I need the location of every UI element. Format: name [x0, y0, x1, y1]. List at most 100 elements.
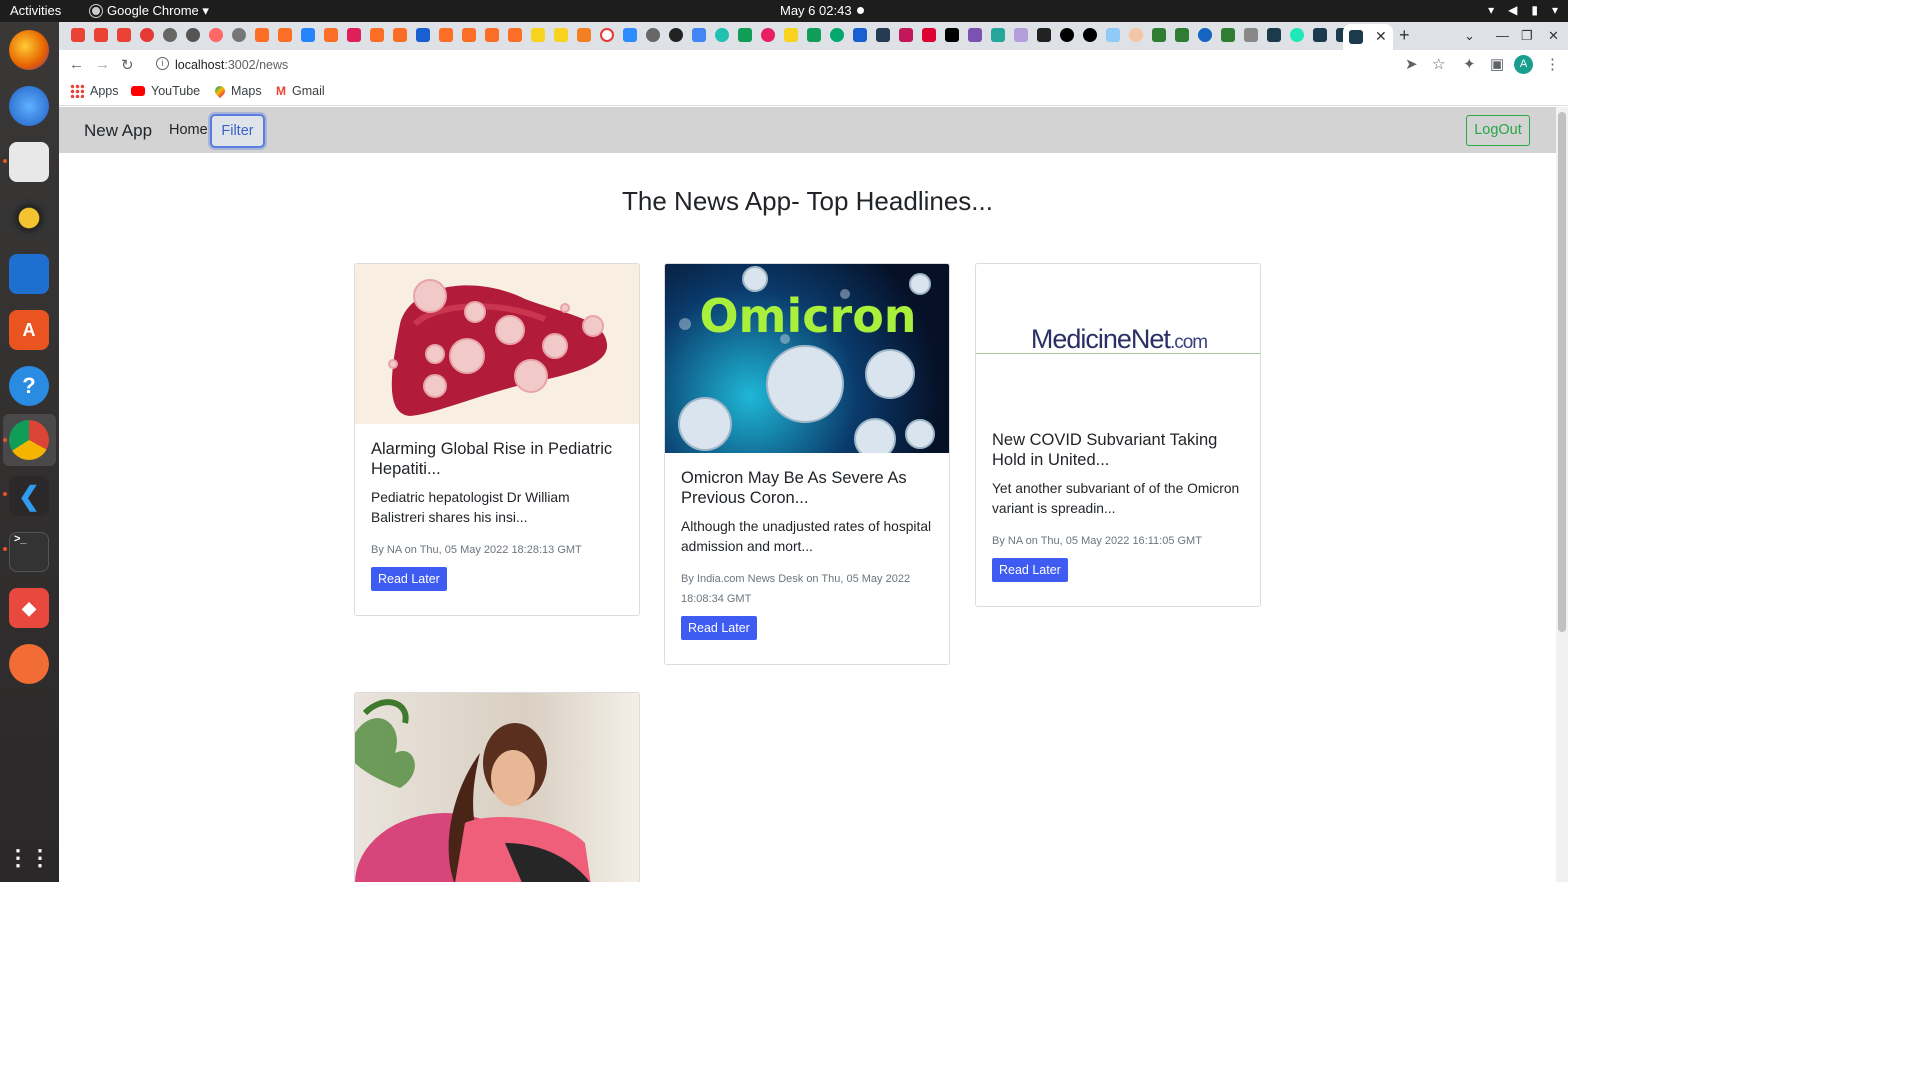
close-window-icon[interactable]: ✕	[1548, 28, 1559, 44]
chrome-dock-icon[interactable]	[9, 420, 49, 460]
scrollbar-thumb[interactable]	[1558, 112, 1566, 632]
tab-icon[interactable]	[232, 28, 246, 42]
tab-icon[interactable]	[416, 28, 430, 42]
tab-icon[interactable]	[853, 28, 867, 42]
nav-home-link[interactable]: Home	[169, 122, 208, 138]
new-tab-button[interactable]: +	[1399, 25, 1410, 46]
terminal-icon[interactable]: >_	[9, 532, 49, 572]
tab-icon[interactable]	[140, 28, 154, 42]
files-icon[interactable]	[9, 142, 49, 182]
angular-tab-icon[interactable]	[922, 28, 936, 42]
anydesk-icon[interactable]: ◆	[9, 588, 49, 628]
rhythmbox-icon[interactable]	[9, 198, 49, 238]
slack-tab-icon[interactable]	[347, 28, 361, 42]
gitlab-tab-icon[interactable]	[278, 28, 292, 42]
bookmark-gmail[interactable]: M Gmail	[276, 84, 325, 98]
profile-avatar[interactable]: A	[1514, 55, 1533, 74]
tab-icon[interactable]	[186, 28, 200, 42]
article-title[interactable]: Omicron May Be As Severe As Previous Cor…	[681, 468, 933, 508]
tab-icon[interactable]	[1106, 28, 1120, 42]
activities-button[interactable]: Activities	[10, 3, 61, 18]
side-panel-icon[interactable]: ▣	[1490, 55, 1504, 73]
nav-filter-button[interactable]: Filter	[210, 114, 265, 148]
tab-icon[interactable]	[1175, 28, 1189, 42]
tab-icon[interactable]	[692, 28, 706, 42]
logout-button[interactable]: LogOut	[1466, 115, 1530, 146]
system-tray[interactable]: ▾ ◀ ▮ ▾	[1488, 3, 1558, 17]
tab-icon[interactable]	[1129, 28, 1143, 42]
bookmark-apps[interactable]: Apps	[70, 84, 119, 98]
tab-icon[interactable]	[945, 28, 959, 42]
gitlab-tab-icon[interactable]	[508, 28, 522, 42]
software-center-icon[interactable]: A	[9, 310, 49, 350]
read-later-button[interactable]: Read Later	[371, 567, 447, 591]
tab-active[interactable]: ✕	[1343, 24, 1393, 50]
postman-icon[interactable]	[9, 644, 49, 684]
chrome-menu-icon[interactable]: ⋮	[1545, 55, 1560, 73]
tab-icon[interactable]	[1083, 28, 1097, 42]
bookmark-youtube[interactable]: YouTube	[131, 84, 200, 98]
tab-icon[interactable]	[1221, 28, 1235, 42]
restore-icon[interactable]: ❐	[1521, 28, 1533, 44]
tab-icon[interactable]	[830, 28, 844, 42]
brand-link[interactable]: New App	[84, 121, 152, 141]
help-icon[interactable]: ?	[9, 366, 49, 406]
tab-icon[interactable]	[761, 28, 775, 42]
tab-icon[interactable]	[1244, 28, 1258, 42]
gmail-tab-icon[interactable]	[94, 28, 108, 42]
gitlab-tab-icon[interactable]	[370, 28, 384, 42]
send-icon[interactable]: ➤	[1405, 55, 1418, 73]
zoom-tab-icon[interactable]	[623, 28, 637, 42]
gitlab-tab-icon[interactable]	[439, 28, 453, 42]
tab-icon[interactable]	[876, 28, 890, 42]
jira-tab-icon[interactable]	[301, 28, 315, 42]
read-later-button[interactable]: Read Later	[992, 558, 1068, 582]
tab-icon[interactable]	[600, 28, 614, 42]
tab-icon[interactable]	[1037, 28, 1051, 42]
tab-icon[interactable]	[1152, 28, 1166, 42]
tab-icon[interactable]	[1313, 28, 1327, 42]
writer-icon[interactable]	[9, 254, 49, 294]
drive-tab-icon[interactable]	[738, 28, 752, 42]
gitlab-tab-icon[interactable]	[393, 28, 407, 42]
app-menu[interactable]: Google Chrome ▾	[90, 3, 209, 19]
gitlab-tab-icon[interactable]	[485, 28, 499, 42]
firefox-icon[interactable]	[9, 30, 49, 70]
article-title[interactable]: New COVID Subvariant Taking Hold in Unit…	[992, 430, 1244, 470]
thunderbird-icon[interactable]	[9, 86, 49, 126]
gitlab-tab-icon[interactable]	[462, 28, 476, 42]
bookmark-maps[interactable]: Maps	[212, 83, 262, 99]
tab-icon[interactable]	[991, 28, 1005, 42]
page-scrollbar[interactable]	[1556, 107, 1568, 882]
bookmark-star-icon[interactable]: ☆	[1432, 55, 1445, 73]
extensions-icon[interactable]: ✦	[1463, 55, 1476, 73]
tab-search-icon[interactable]: ⌄	[1464, 28, 1475, 44]
read-later-button[interactable]: Read Later	[681, 616, 757, 640]
address-bar[interactable]: i localhost:3002/news	[148, 53, 1458, 77]
site-info-icon[interactable]: i	[156, 57, 169, 70]
tab-icon[interactable]	[784, 28, 798, 42]
gitlab-tab-icon[interactable]	[255, 28, 269, 42]
drive-tab-icon[interactable]	[807, 28, 821, 42]
tab-icon[interactable]	[1290, 28, 1304, 42]
minimize-icon[interactable]: —	[1496, 28, 1509, 43]
tab-icon[interactable]	[163, 28, 177, 42]
tab-icon[interactable]	[1267, 28, 1281, 42]
tab-icon[interactable]	[1198, 28, 1212, 42]
gmail-tab-icon[interactable]	[71, 28, 85, 42]
back-icon[interactable]: ←	[69, 56, 84, 73]
tab-icon[interactable]	[1060, 28, 1074, 42]
clock[interactable]: May 6 02:43	[780, 3, 852, 18]
show-apps-icon[interactable]: ⋮⋮	[7, 838, 51, 878]
tab-icon[interactable]	[669, 28, 683, 42]
tab-icon[interactable]	[715, 28, 729, 42]
tab-icon[interactable]	[899, 28, 913, 42]
close-tab-icon[interactable]: ✕	[1375, 28, 1387, 45]
stackoverflow-tab-icon[interactable]	[577, 28, 591, 42]
tab-icon[interactable]	[554, 28, 568, 42]
forward-icon[interactable]: →	[95, 56, 110, 73]
tab-icon[interactable]	[646, 28, 660, 42]
article-title[interactable]: Alarming Global Rise in Pediatric Hepati…	[371, 439, 623, 479]
bootstrap-tab-icon[interactable]	[968, 28, 982, 42]
tab-icon[interactable]	[531, 28, 545, 42]
